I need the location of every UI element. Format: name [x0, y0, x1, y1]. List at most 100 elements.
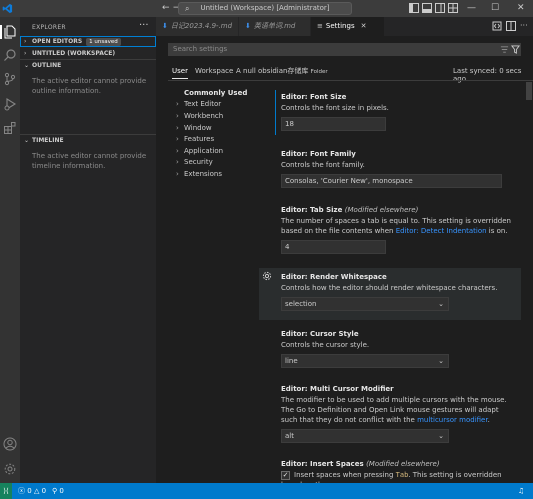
- split-editor-icon[interactable]: [506, 21, 516, 31]
- timeline-label: TIMELINE: [32, 137, 64, 144]
- workspace-section[interactable]: › UNTITLED (WORKSPACE): [20, 48, 156, 59]
- setting-font-family: Editor: Font Family Controls the font fa…: [281, 150, 517, 188]
- close-button[interactable]: ✕: [517, 2, 525, 14]
- description-text: is on.: [486, 227, 508, 235]
- status-bar: ⟩⟨ ⓧ 0 △ 0 ⚲ 0 ♫: [0, 483, 533, 499]
- toc-item-text-editor[interactable]: › Text Editor: [176, 99, 221, 110]
- setting-title: Editor: Multi Cursor Modifier: [281, 385, 394, 393]
- more-actions-icon[interactable]: ···: [520, 21, 530, 31]
- settings-list-icon: ≡: [317, 22, 323, 30]
- chevron-down-icon: ⌄: [438, 432, 444, 440]
- customize-layout-icon[interactable]: [448, 3, 458, 13]
- render-whitespace-select[interactable]: selection ⌄: [281, 297, 449, 311]
- tab-english-words[interactable]: ⬇ 英语单词.md: [239, 17, 311, 36]
- gear-icon[interactable]: [262, 271, 272, 281]
- setting-description: Controls how the editor should render wh…: [281, 284, 498, 292]
- explorer-icon[interactable]: [3, 25, 17, 39]
- command-center[interactable]: ⌕ Untitled (Workspace) [Administrator]: [178, 2, 352, 15]
- source-control-icon[interactable]: [3, 72, 17, 86]
- tab-folder[interactable]: A null obsidian存储库 Folder: [236, 67, 328, 77]
- back-arrow-icon[interactable]: ←: [162, 3, 170, 14]
- tab-settings[interactable]: ≡ Settings ✕: [311, 17, 384, 36]
- toc-label: Security: [184, 158, 213, 166]
- window-title: Untitled (Workspace) [Administrator]: [200, 4, 330, 12]
- toggle-secondary-sidebar-icon[interactable]: [435, 3, 445, 13]
- description-text: .: [487, 416, 490, 424]
- problems-status[interactable]: ⓧ 0 △ 0: [18, 483, 46, 499]
- open-editors-section[interactable]: › OPEN EDITORS 1 unsaved: [20, 36, 156, 47]
- tab-workspace[interactable]: Workspace: [195, 67, 233, 76]
- timeline-message: The active editor cannot provide timelin…: [32, 152, 147, 170]
- toc-item-application[interactable]: › Application: [176, 146, 223, 157]
- scrollbar-thumb[interactable]: [526, 82, 532, 100]
- search-icon[interactable]: [3, 48, 17, 62]
- cursor-style-select[interactable]: line ⌄: [281, 354, 449, 368]
- font-family-input[interactable]: Consolas, 'Courier New', monospace: [281, 174, 502, 188]
- more-actions-icon[interactable]: ···: [139, 20, 149, 31]
- setting-title: Editor: Render Whitespace: [281, 273, 387, 281]
- setting-description: The modifier to be used to add multiple …: [281, 395, 517, 425]
- outline-section[interactable]: ⌄ OUTLINE: [20, 60, 156, 71]
- error-count: 0: [27, 487, 32, 495]
- toc-item-extensions[interactable]: › Extensions: [176, 169, 222, 180]
- toc-label: Workbench: [184, 112, 224, 120]
- multicursor-modifier-link[interactable]: multicursor modifier: [417, 416, 488, 424]
- toc-item-workbench[interactable]: › Workbench: [176, 111, 223, 122]
- chevron-right-icon: ›: [176, 135, 179, 143]
- settings-scrollbar[interactable]: [525, 82, 533, 483]
- unsaved-badge: 1 unsaved: [86, 38, 121, 46]
- chevron-right-icon: ›: [176, 170, 179, 178]
- outline-label: OUTLINE: [32, 62, 62, 69]
- chevron-right-icon: ›: [24, 38, 27, 45]
- search-settings-input[interactable]: Search settings: [168, 43, 521, 56]
- setting-description: ✓ Insert spaces when pressing Tab. This s…: [281, 470, 517, 483]
- tab-diary[interactable]: ⬇ 日记2023.4.9-.md: [156, 17, 239, 36]
- account-icon[interactable]: [3, 437, 17, 451]
- filter-icon[interactable]: [511, 45, 520, 54]
- close-tab-icon[interactable]: ✕: [361, 22, 367, 30]
- chevron-right-icon: ›: [176, 147, 179, 155]
- minimize-button[interactable]: —: [467, 2, 476, 14]
- setting-description: Controls the cursor style.: [281, 341, 370, 349]
- setting-description: Controls the font size in pixels.: [281, 104, 389, 112]
- tab-user[interactable]: User: [172, 67, 188, 79]
- remote-indicator[interactable]: ⟩⟨: [0, 483, 12, 499]
- manage-gear-icon[interactable]: [3, 462, 17, 476]
- toc-label: Application: [184, 147, 224, 155]
- setting-description: Controls the font family.: [281, 161, 365, 169]
- outline-message: The active editor cannot provide outline…: [32, 77, 147, 95]
- setting-cursor-style: Editor: Cursor Style Controls the cursor…: [281, 330, 517, 368]
- tab-label: 日记2023.4.9-.md: [170, 22, 233, 30]
- multi-cursor-modifier-select[interactable]: alt ⌄: [281, 429, 449, 443]
- run-debug-icon[interactable]: [3, 97, 17, 111]
- toggle-panel-icon[interactable]: [422, 3, 432, 13]
- toc-item-features[interactable]: › Features: [176, 134, 214, 145]
- maximize-button[interactable]: ☐: [491, 2, 499, 14]
- warning-icon: △: [33, 487, 40, 495]
- select-value: line: [285, 357, 298, 365]
- clear-filter-icon[interactable]: [500, 45, 509, 54]
- notifications-bell-icon[interactable]: ♫: [518, 483, 524, 499]
- modified-elsewhere[interactable]: (Modified elsewhere): [345, 206, 419, 214]
- modified-elsewhere[interactable]: (Modified elsewhere): [366, 460, 440, 468]
- toc-commonly-used[interactable]: Commonly Used: [184, 88, 247, 99]
- tab-size-input[interactable]: 4: [281, 240, 386, 254]
- font-size-input[interactable]: 18: [281, 117, 386, 131]
- extensions-icon[interactable]: [3, 121, 17, 135]
- setting-title: Editor: Tab Size (Modified elsewhere): [281, 206, 517, 214]
- activity-bar: [0, 17, 20, 483]
- detect-indentation-link[interactable]: Editor: Detect Indentation: [396, 227, 487, 235]
- active-indicator: [0, 25, 2, 39]
- timeline-section[interactable]: ⌄ TIMELINE: [20, 135, 156, 146]
- chevron-right-icon: ›: [24, 50, 27, 57]
- chevron-right-icon: ›: [176, 158, 179, 166]
- insert-spaces-checkbox[interactable]: ✓: [281, 470, 290, 480]
- chevron-right-icon: ›: [176, 100, 179, 108]
- open-settings-json-icon[interactable]: [492, 21, 502, 31]
- focused-setting-indicator: [275, 90, 276, 135]
- setting-insert-spaces: Editor: Insert Spaces (Modified elsewher…: [281, 460, 517, 483]
- toggle-sidebar-icon[interactable]: [409, 3, 419, 13]
- toc-item-security[interactable]: › Security: [176, 157, 213, 168]
- ports-status[interactable]: ⚲ 0: [52, 483, 64, 499]
- toc-item-window[interactable]: › Window: [176, 123, 212, 134]
